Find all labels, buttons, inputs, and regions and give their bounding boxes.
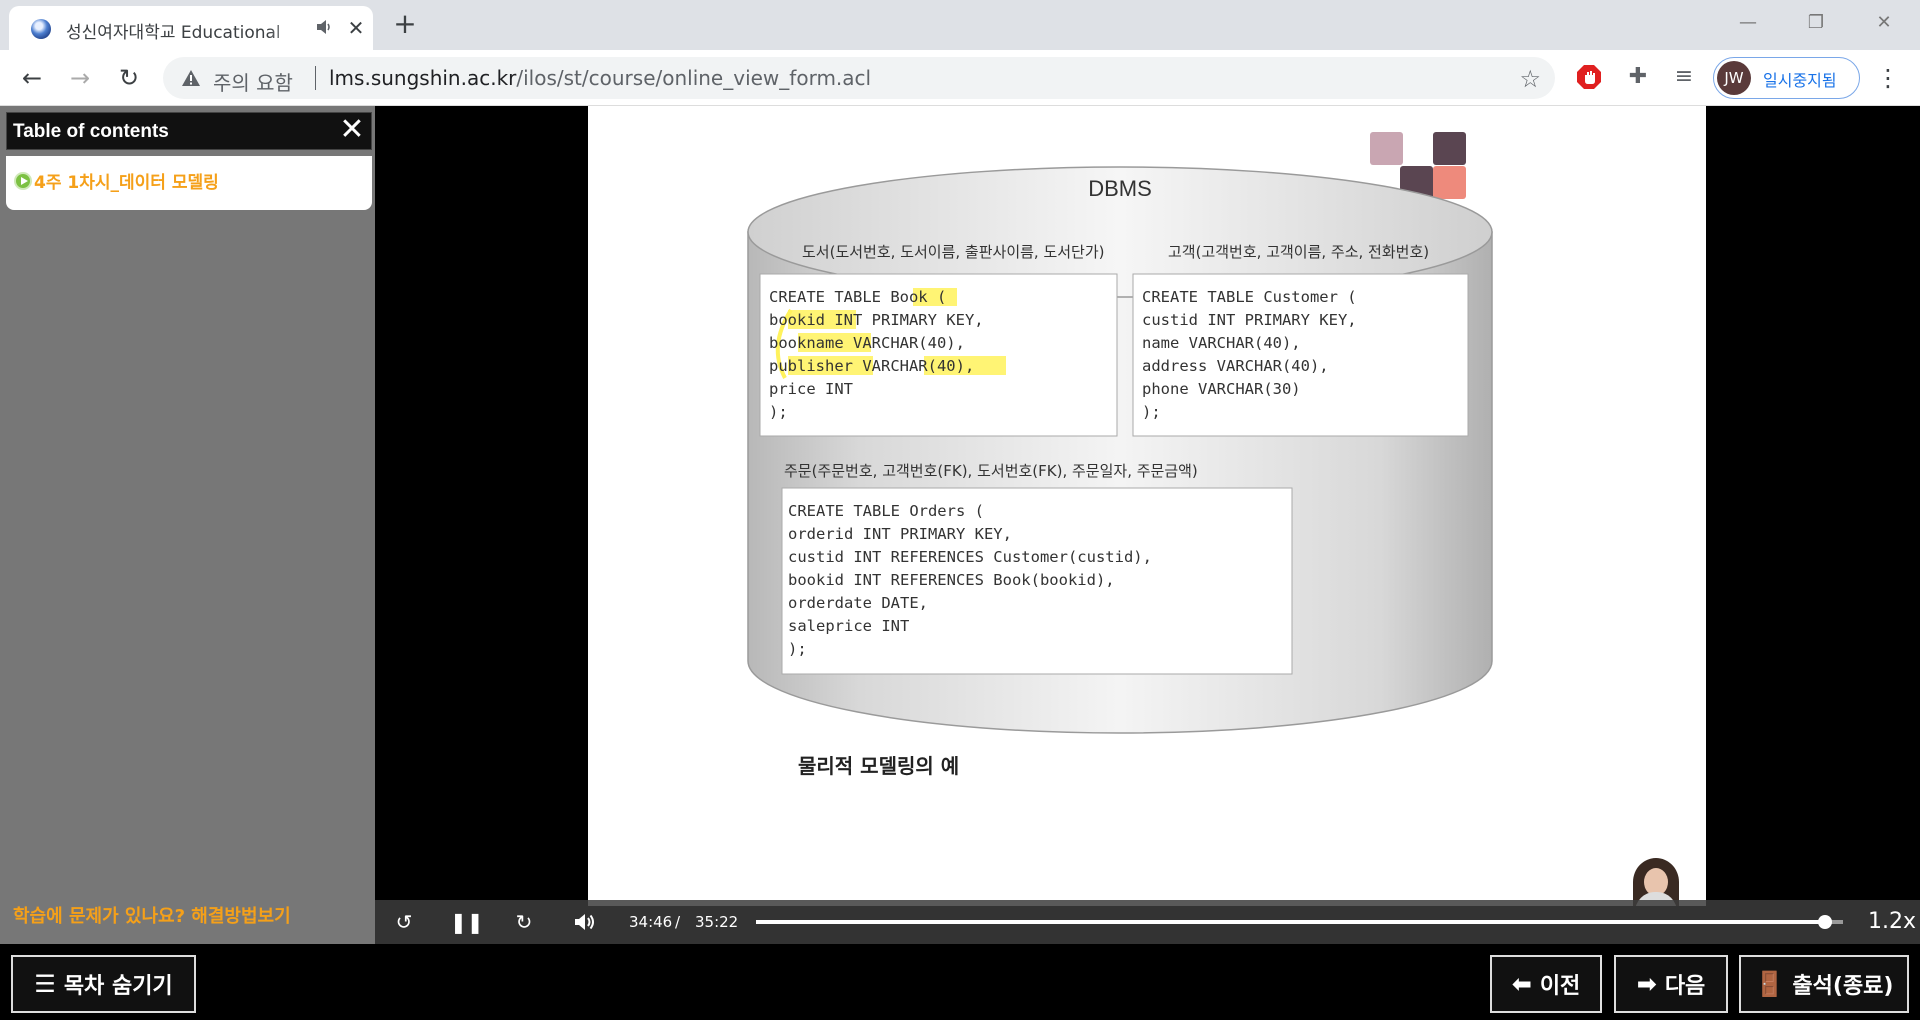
pause-icon[interactable]: ❚❚ — [450, 908, 484, 936]
media-control-icon[interactable]: ≡ — [1669, 62, 1699, 92]
sql-line: ); — [769, 403, 788, 421]
browser-tab[interactable]: 성신여자대학교 Educational ✕ — [9, 6, 373, 50]
extensions-puzzle-icon[interactable]: ✚ — [1623, 62, 1653, 92]
toc-sidebar: Table of contents ✕ 4주 1차시_데이터 모델링 학습에 문… — [0, 106, 375, 944]
tab-title-fade — [269, 12, 304, 44]
sql-line: name VARCHAR(40), — [1142, 334, 1301, 352]
back-icon[interactable]: ← — [16, 62, 48, 94]
url-text[interactable]: lms.sungshin.ac.kr/ilos/st/course/online… — [329, 66, 871, 90]
browser-menu-icon[interactable]: ⋮ — [1876, 62, 1900, 94]
sql-line: bookname VARCHAR(40), — [769, 334, 965, 352]
minimize-icon[interactable]: — — [1728, 8, 1768, 38]
list-icon: ☰ — [34, 970, 56, 998]
reload-icon[interactable]: ↻ — [113, 62, 145, 94]
volume-icon[interactable] — [570, 908, 598, 936]
duration: 35:22 — [695, 913, 739, 931]
sql-line: CREATE TABLE Orders ( — [788, 502, 984, 520]
url-path: /ilos/st/course/online_view_form.acl — [516, 66, 872, 90]
security-warning-text: 주의 요함 — [213, 71, 293, 95]
sql-line: phone VARCHAR(30) — [1142, 380, 1301, 398]
sql-line: CREATE TABLE Book ( — [769, 288, 946, 306]
url-host: lms.sungshin.ac.kr — [329, 66, 517, 90]
sql-line: orderid INT PRIMARY KEY, — [788, 525, 1012, 543]
seek-bar-handle[interactable] — [1817, 915, 1832, 929]
profile-status: 일시중지됨 — [1763, 71, 1837, 90]
address-divider — [315, 66, 316, 90]
tab-title: 성신여자대학교 Educational — [66, 23, 281, 43]
exit-door-icon: 🚪 — [1754, 970, 1785, 998]
profile-button[interactable]: JW 일시중지됨 — [1713, 57, 1860, 99]
toc-item-label: 4주 1차시_데이터 모델링 — [34, 173, 219, 193]
toc-close-icon[interactable]: ✕ — [337, 115, 367, 145]
player-control-bar: ↺ ❚❚ ↻ 34:46 / 35:22 1.2x — [375, 900, 1920, 944]
browser-toolbar: ← → ↻ 주의 요함 lms.sungshin.ac.kr/ilos/st/c… — [0, 50, 1920, 106]
dbms-label: DBMS — [1088, 176, 1152, 201]
help-link[interactable]: 학습에 문제가 있나요? 해결방법보기 — [13, 902, 291, 928]
tab-close-icon[interactable]: ✕ — [345, 17, 367, 39]
sql-line: bookid INT REFERENCES Book(bookid), — [788, 571, 1115, 589]
rewind-icon[interactable]: ↺ — [390, 908, 418, 936]
orders-schema: 주문(주문번호, 고객번호(FK), 도서번호(FK), 주문일자, 주문금액) — [784, 462, 1198, 480]
sql-line: publisher VARCHAR(40), — [769, 357, 974, 375]
restore-icon[interactable]: ❐ — [1796, 8, 1836, 38]
toc-list: 4주 1차시_데이터 모델링 — [6, 156, 372, 210]
arrow-left-icon: ⬅ — [1511, 970, 1532, 998]
window-close-icon[interactable]: ✕ — [1864, 8, 1904, 38]
sql-line: orderdate DATE, — [788, 594, 928, 612]
seek-bar-fill — [756, 920, 1825, 924]
video-player[interactable]: DBMS 도서(도서번호, 도서이름, 출판사이름, 도서단가) 고객(고객번호… — [375, 106, 1920, 944]
toc-item[interactable]: 4주 1차시_데이터 모델링 — [14, 168, 219, 193]
prev-button[interactable]: ⬅ 이전 — [1490, 955, 1602, 1013]
current-time: 34:46 — [629, 913, 673, 931]
next-label: 다음 — [1664, 974, 1706, 999]
attendance-exit-button[interactable]: 🚪 출석(종료) — [1739, 955, 1909, 1013]
presenter-avatar — [1633, 858, 1679, 906]
next-button[interactable]: ➡ 다음 — [1614, 955, 1728, 1013]
toc-toggle-label: 목차 숨기기 — [63, 974, 173, 999]
profile-avatar: JW — [1717, 61, 1751, 95]
bookmark-star-icon[interactable]: ☆ — [1519, 65, 1541, 93]
sql-line: price INT — [769, 380, 853, 398]
toc-toggle-button[interactable]: ☰ 목차 숨기기 — [11, 955, 196, 1013]
warning-icon — [182, 70, 200, 86]
sql-line: CREATE TABLE Customer ( — [1142, 288, 1357, 306]
new-tab-button[interactable]: + — [390, 9, 420, 39]
sql-line: bookid INT PRIMARY KEY, — [769, 311, 984, 329]
lecture-slide: DBMS 도서(도서번호, 도서이름, 출판사이름, 도서단가) 고객(고객번호… — [588, 106, 1706, 906]
time-separator: / — [675, 913, 681, 931]
toc-title: Table of contents — [13, 121, 169, 142]
adblock-extension-icon[interactable] — [1574, 62, 1604, 92]
sql-line: ); — [1142, 403, 1161, 421]
playback-speed[interactable]: 1.2x — [1868, 909, 1916, 934]
dbms-diagram: DBMS 도서(도서번호, 도서이름, 출판사이름, 도서단가) 고객(고객번호… — [747, 166, 1493, 778]
attendance-label: 출석(종료) — [1792, 974, 1894, 999]
sql-line: ); — [788, 640, 807, 658]
speaker-icon[interactable] — [314, 17, 334, 37]
site-favicon-icon — [31, 19, 51, 39]
customer-schema: 고객(고객번호, 고객이름, 주소, 전화번호) — [1168, 243, 1429, 261]
bottom-navigation: ☰ 목차 숨기기 ⬅ 이전 ➡ 다음 🚪 출석(종료) — [0, 944, 1920, 1020]
toc-header: Table of contents ✕ — [6, 112, 372, 150]
seek-bar[interactable] — [756, 915, 1843, 929]
prev-label: 이전 — [1539, 974, 1581, 999]
forward-icon[interactable]: → — [64, 62, 96, 94]
sql-line: saleprice INT — [788, 617, 909, 635]
slide-caption: 물리적 모델링의 예 — [798, 754, 959, 778]
arrow-right-icon: ➡ — [1636, 970, 1657, 998]
sql-line: custid INT PRIMARY KEY, — [1142, 311, 1357, 329]
forward-skip-icon[interactable]: ↻ — [510, 908, 538, 936]
book-schema: 도서(도서번호, 도서이름, 출판사이름, 도서단가) — [802, 243, 1105, 261]
play-circle-icon — [14, 171, 32, 190]
sql-line: custid INT REFERENCES Customer(custid), — [788, 548, 1152, 566]
address-bar[interactable]: 주의 요함 lms.sungshin.ac.kr/ilos/st/course/… — [163, 57, 1555, 99]
sql-line: address VARCHAR(40), — [1142, 357, 1329, 375]
browser-tabstrip: 성신여자대학교 Educational ✕ + — ❐ ✕ — [0, 0, 1920, 50]
